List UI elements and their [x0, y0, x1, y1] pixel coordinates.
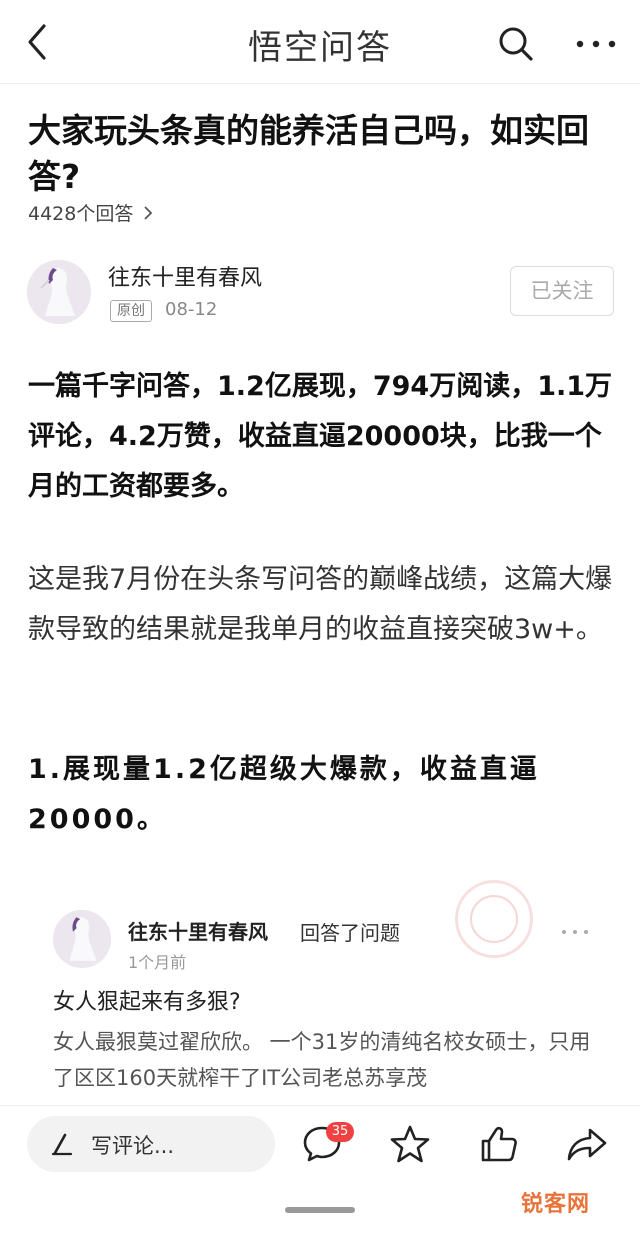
answer-paragraph-1: 一篇千字问答，1.2亿展现，794万阅读，1.1万评论，4.2万赞，收益直逼20… [28, 371, 613, 502]
search-button[interactable] [496, 24, 536, 64]
embedded-action-text: 回答了问题 [300, 921, 400, 945]
embedded-excerpt: 女人最狠莫过翟欣欣。 一个31岁的清纯名校女硕士，只用了区区160天就榨干了IT… [53, 1030, 591, 1090]
embedded-question: 女人狠起来有多狠? [53, 990, 241, 1015]
answer-paragraph-2: 这是我7月份在头条写问答的巅峰战绩，这篇大爆款导致的结果就是我单月的收益直接突破… [28, 564, 613, 645]
answer-paragraph-3: 1.展现量1.2亿超级大爆款，收益直逼20000。 [28, 754, 540, 835]
question-title: 大家玩头条真的能养活自己吗，如实回答? [28, 111, 589, 196]
pen-icon [51, 1133, 73, 1156]
thumbs-up-icon[interactable] [477, 1122, 521, 1166]
follow-button[interactable]: 已关注 [510, 266, 614, 316]
author-avatar[interactable] [27, 260, 91, 324]
search-icon [499, 27, 533, 61]
answers-count-label: 4428个回答 [28, 203, 134, 225]
comment-placeholder: 写评论... [91, 1134, 175, 1158]
write-comment-input[interactable]: 写评论... [27, 1116, 275, 1172]
share-icon[interactable] [565, 1122, 609, 1166]
embedded-author-avatar [53, 910, 111, 968]
site-watermark: 锐客网 [521, 1192, 591, 1217]
featured-stamp-icon [455, 880, 533, 958]
home-indicator [285, 1207, 355, 1213]
original-badge: 原创 [110, 300, 152, 322]
app-title: 悟空问答 [248, 28, 392, 68]
star-icon[interactable] [388, 1122, 432, 1166]
bottom-action-bar: 写评论... 35 [0, 1105, 640, 1185]
author-row: 往东十里有春风 原创 08-12 已关注 [0, 258, 640, 328]
answers-count-link[interactable]: 4428个回答 [28, 199, 153, 226]
comment-count-badge: 35 [326, 1122, 354, 1142]
embedded-time: 1个月前 [128, 953, 187, 972]
chevron-right-icon [144, 205, 153, 220]
top-bar: 悟空问答 [0, 0, 640, 84]
embedded-author-name: 往东十里有春风 [128, 920, 268, 944]
embedded-answer-card[interactable]: 往东十里有春风 回答了问题 1个月前 女人狠起来有多狠? 女人最狠莫过翟欣欣。 … [0, 880, 640, 1105]
more-options-button[interactable] [572, 24, 620, 64]
post-date: 08-12 [165, 299, 218, 320]
avatar-figure-icon [27, 260, 91, 324]
more-dots-icon [576, 40, 616, 48]
avatar-figure-icon [53, 910, 111, 968]
author-name[interactable]: 往东十里有春风 [108, 260, 262, 292]
embedded-more-icon [560, 922, 590, 934]
